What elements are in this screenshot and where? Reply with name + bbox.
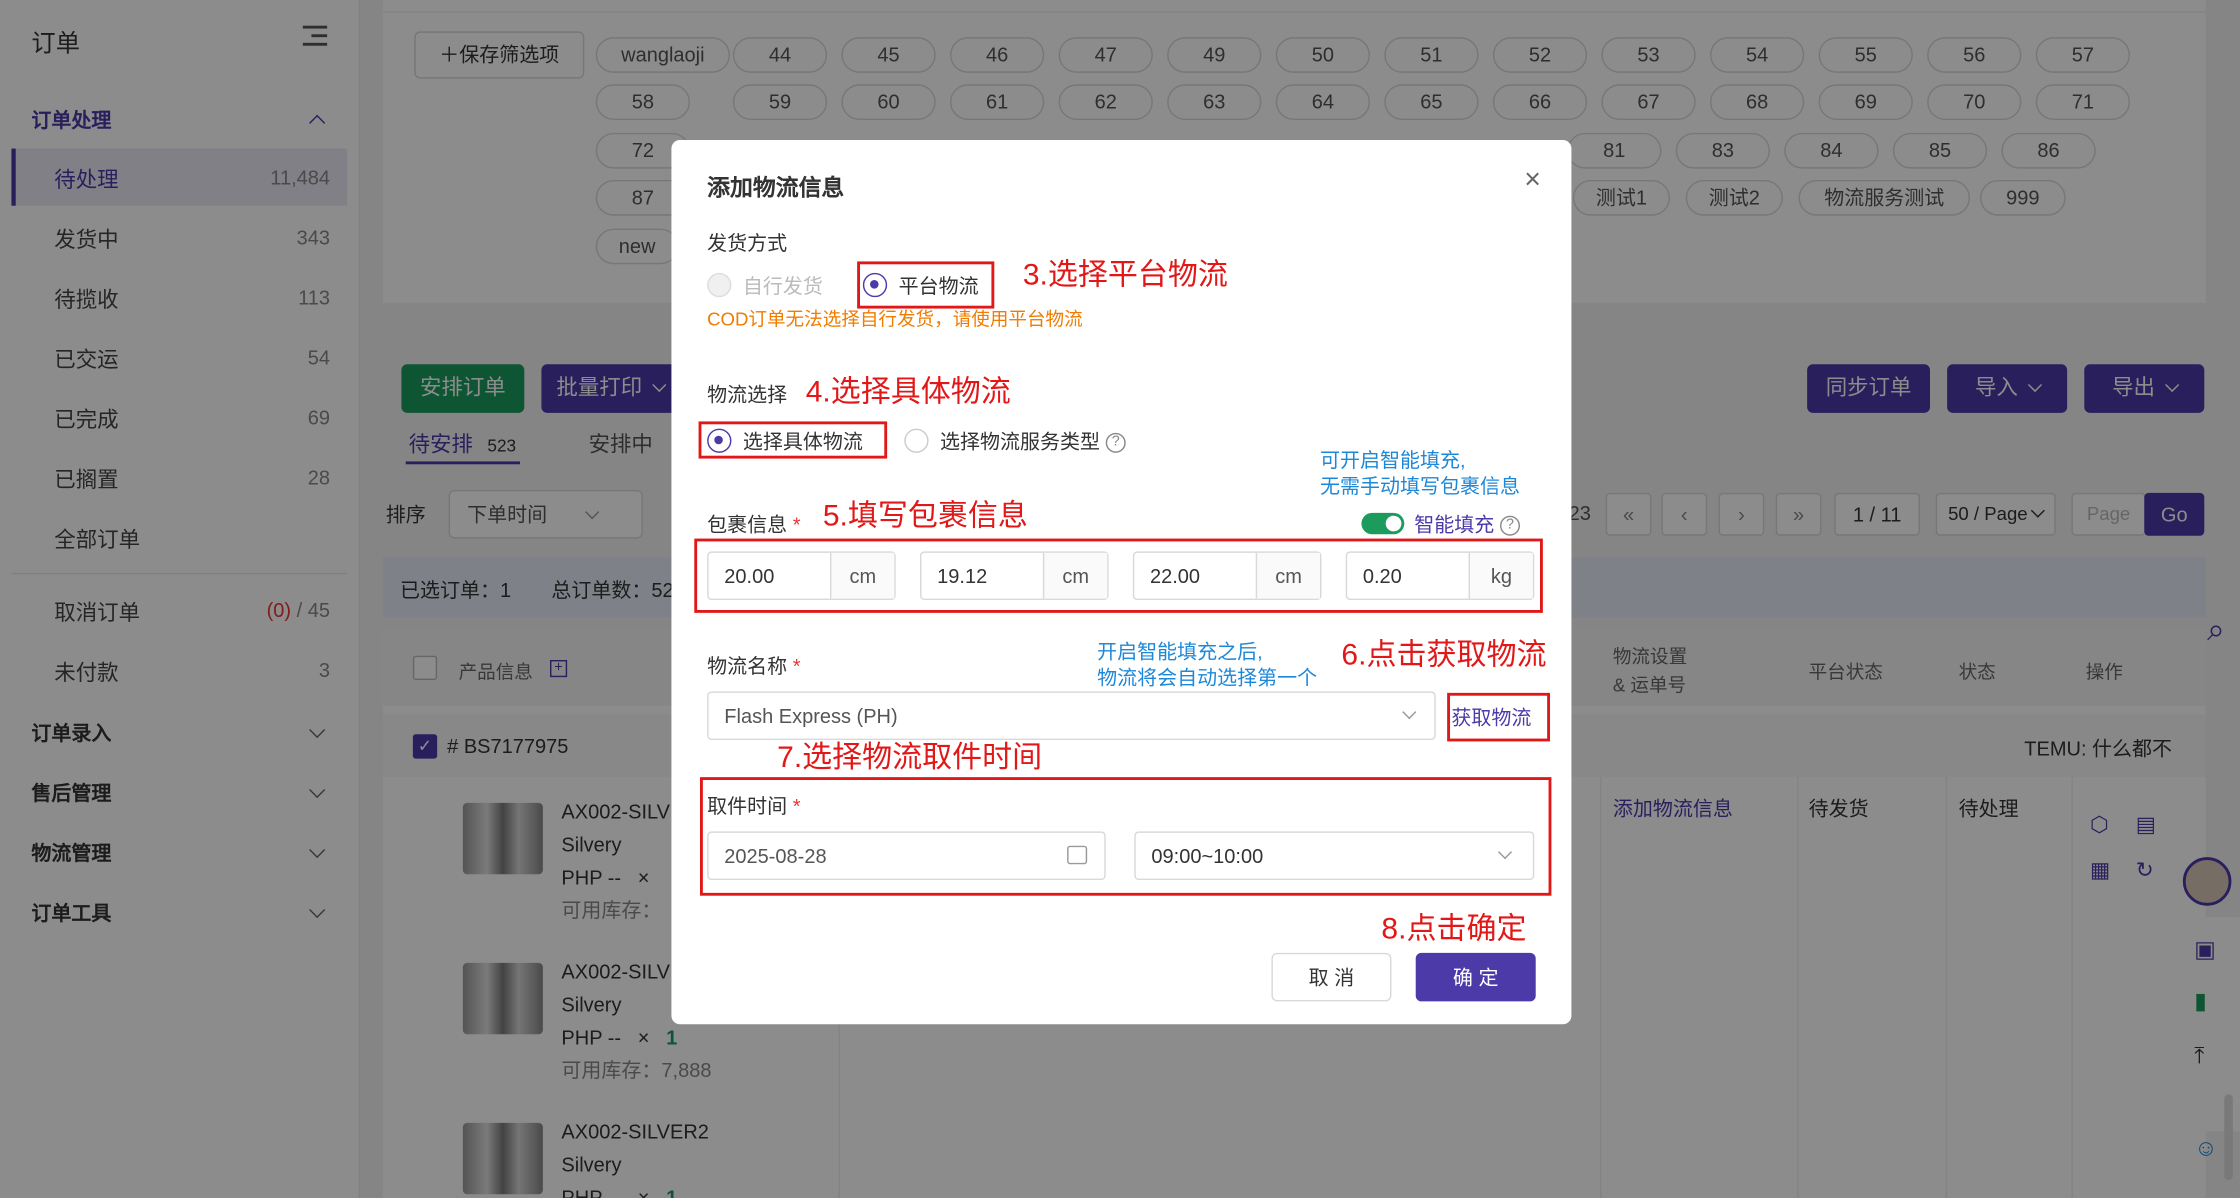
logistics-name-label: 物流名称 * <box>707 654 801 678</box>
close-icon[interactable]: × <box>1524 164 1541 197</box>
smart-fill-label: 智能填充? <box>1414 510 1520 539</box>
logistics-select-label: 物流选择 <box>707 382 788 406</box>
highlight-pickup-time <box>699 777 1552 896</box>
help-icon[interactable]: ? <box>1105 433 1126 454</box>
highlight-get-logistics <box>1447 692 1550 742</box>
hint-auto-select: 开启智能填充之后, 物流将会自动选择第一个 <box>1097 639 1318 689</box>
annotation-step6: 6.点击获取物流 <box>1341 638 1547 672</box>
self-ship-radio[interactable] <box>707 272 732 298</box>
cancel-button[interactable]: 取 消 <box>1271 952 1392 1002</box>
annotation-step7: 7.选择物流取件时间 <box>777 741 1043 775</box>
annotation-step4: 4.选择具体物流 <box>805 375 1011 409</box>
hint-smart-fill: 可开启智能填充, 无需手动填写包裹信息 <box>1319 448 1520 498</box>
highlight-specific-logistics <box>698 421 888 459</box>
smart-fill-toggle[interactable] <box>1361 512 1405 535</box>
logistics-name-select[interactable]: Flash Express (PH) <box>707 691 1436 740</box>
help-icon[interactable]: ? <box>1499 516 1520 537</box>
highlight-platform-ship <box>857 261 995 309</box>
annotation-step5: 5.填写包裹信息 <box>822 499 1028 533</box>
self-ship-label: 自行发货 <box>742 274 823 298</box>
annotation-step3: 3.选择平台物流 <box>1022 258 1228 292</box>
package-info-label: 包裹信息 * <box>707 512 801 536</box>
service-type-radio[interactable] <box>904 428 929 453</box>
ship-method-label: 发货方式 <box>707 231 788 255</box>
highlight-package-info <box>694 538 1543 613</box>
dialog-title: 添加物流信息 <box>707 177 845 202</box>
confirm-button[interactable]: 确 定 <box>1415 952 1536 1002</box>
annotation-step8: 8.点击确定 <box>1381 912 1527 946</box>
service-type-label: 选择物流服务类型? <box>940 427 1126 456</box>
